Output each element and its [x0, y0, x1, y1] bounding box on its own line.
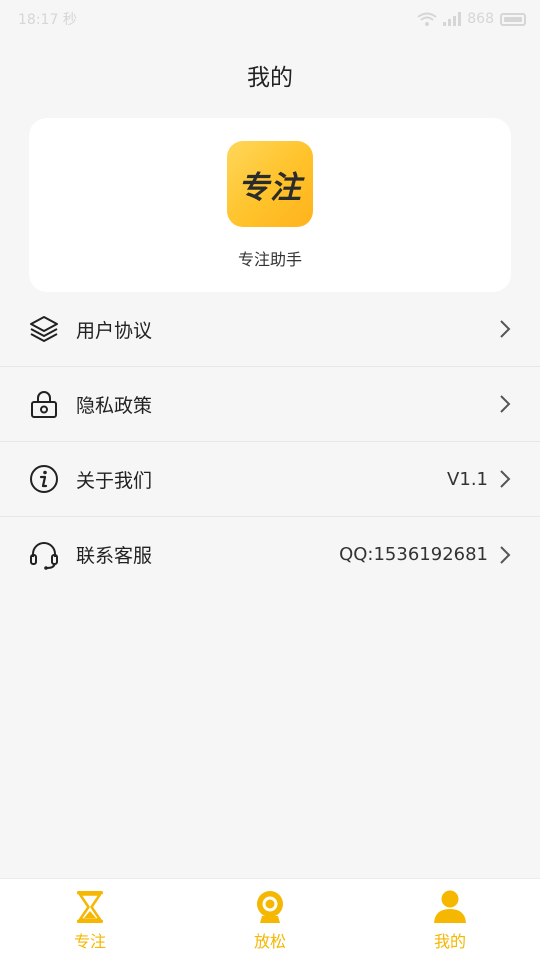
tab-relax[interactable]: 放松 — [180, 879, 360, 960]
chevron-right-icon — [500, 320, 511, 338]
headset-icon — [30, 541, 58, 570]
hourglass-icon — [77, 891, 103, 923]
qq-value: QQ:1536192681 — [339, 544, 488, 565]
camera-icon — [257, 891, 283, 923]
tab-label: 放松 — [253, 932, 286, 951]
status-extra: 秒 — [62, 12, 77, 28]
battery-icon — [500, 12, 526, 26]
page-title: 我的 — [247, 65, 293, 91]
tab-label: 专注 — [73, 932, 106, 951]
network-text: 868 — [467, 11, 494, 27]
menu-item-label: 用户协议 — [76, 319, 153, 342]
app-logo: 专注 — [227, 141, 313, 227]
menu-item-label: 隐私政策 — [76, 394, 153, 417]
status-bar: 18:17 秒 868 — [0, 0, 540, 38]
menu-item-privacy-policy[interactable]: 隐私政策 — [0, 367, 540, 442]
app-name: 专注助手 — [237, 250, 302, 269]
lock-icon — [31, 391, 57, 418]
profile-card: 专注 专注助手 — [29, 118, 511, 292]
signal-icon — [443, 12, 462, 26]
settings-menu: 用户协议 隐私政策 关于我们 V1.1 联系客服 QQ:1536192681 — [0, 292, 540, 592]
tab-focus[interactable]: 专注 — [0, 879, 180, 960]
menu-item-about-us[interactable]: 关于我们 V1.1 — [0, 442, 540, 517]
menu-item-user-agreement[interactable]: 用户协议 — [0, 292, 540, 367]
layers-icon — [30, 316, 58, 342]
bottom-tab-bar: 专注 放松 我的 — [0, 878, 540, 960]
menu-item-label: 联系客服 — [76, 545, 153, 567]
version-value: V1.1 — [447, 468, 488, 490]
chevron-right-icon — [500, 395, 511, 413]
status-time: 18:17 — [18, 12, 59, 28]
chevron-right-icon — [500, 470, 511, 488]
tab-label: 我的 — [433, 932, 466, 951]
user-icon — [434, 890, 466, 923]
menu-item-label: 关于我们 — [76, 469, 153, 492]
chevron-right-icon — [500, 545, 511, 564]
status-indicators: 868 — [417, 11, 526, 27]
wifi-icon — [417, 12, 437, 26]
menu-item-contact-service[interactable]: 联系客服 QQ:1536192681 — [0, 517, 540, 592]
info-icon — [30, 465, 58, 493]
status-time-group: 18:17 秒 — [18, 9, 77, 29]
tab-mine[interactable]: 我的 — [360, 879, 540, 960]
app-logo-text: 专注 — [238, 169, 302, 206]
